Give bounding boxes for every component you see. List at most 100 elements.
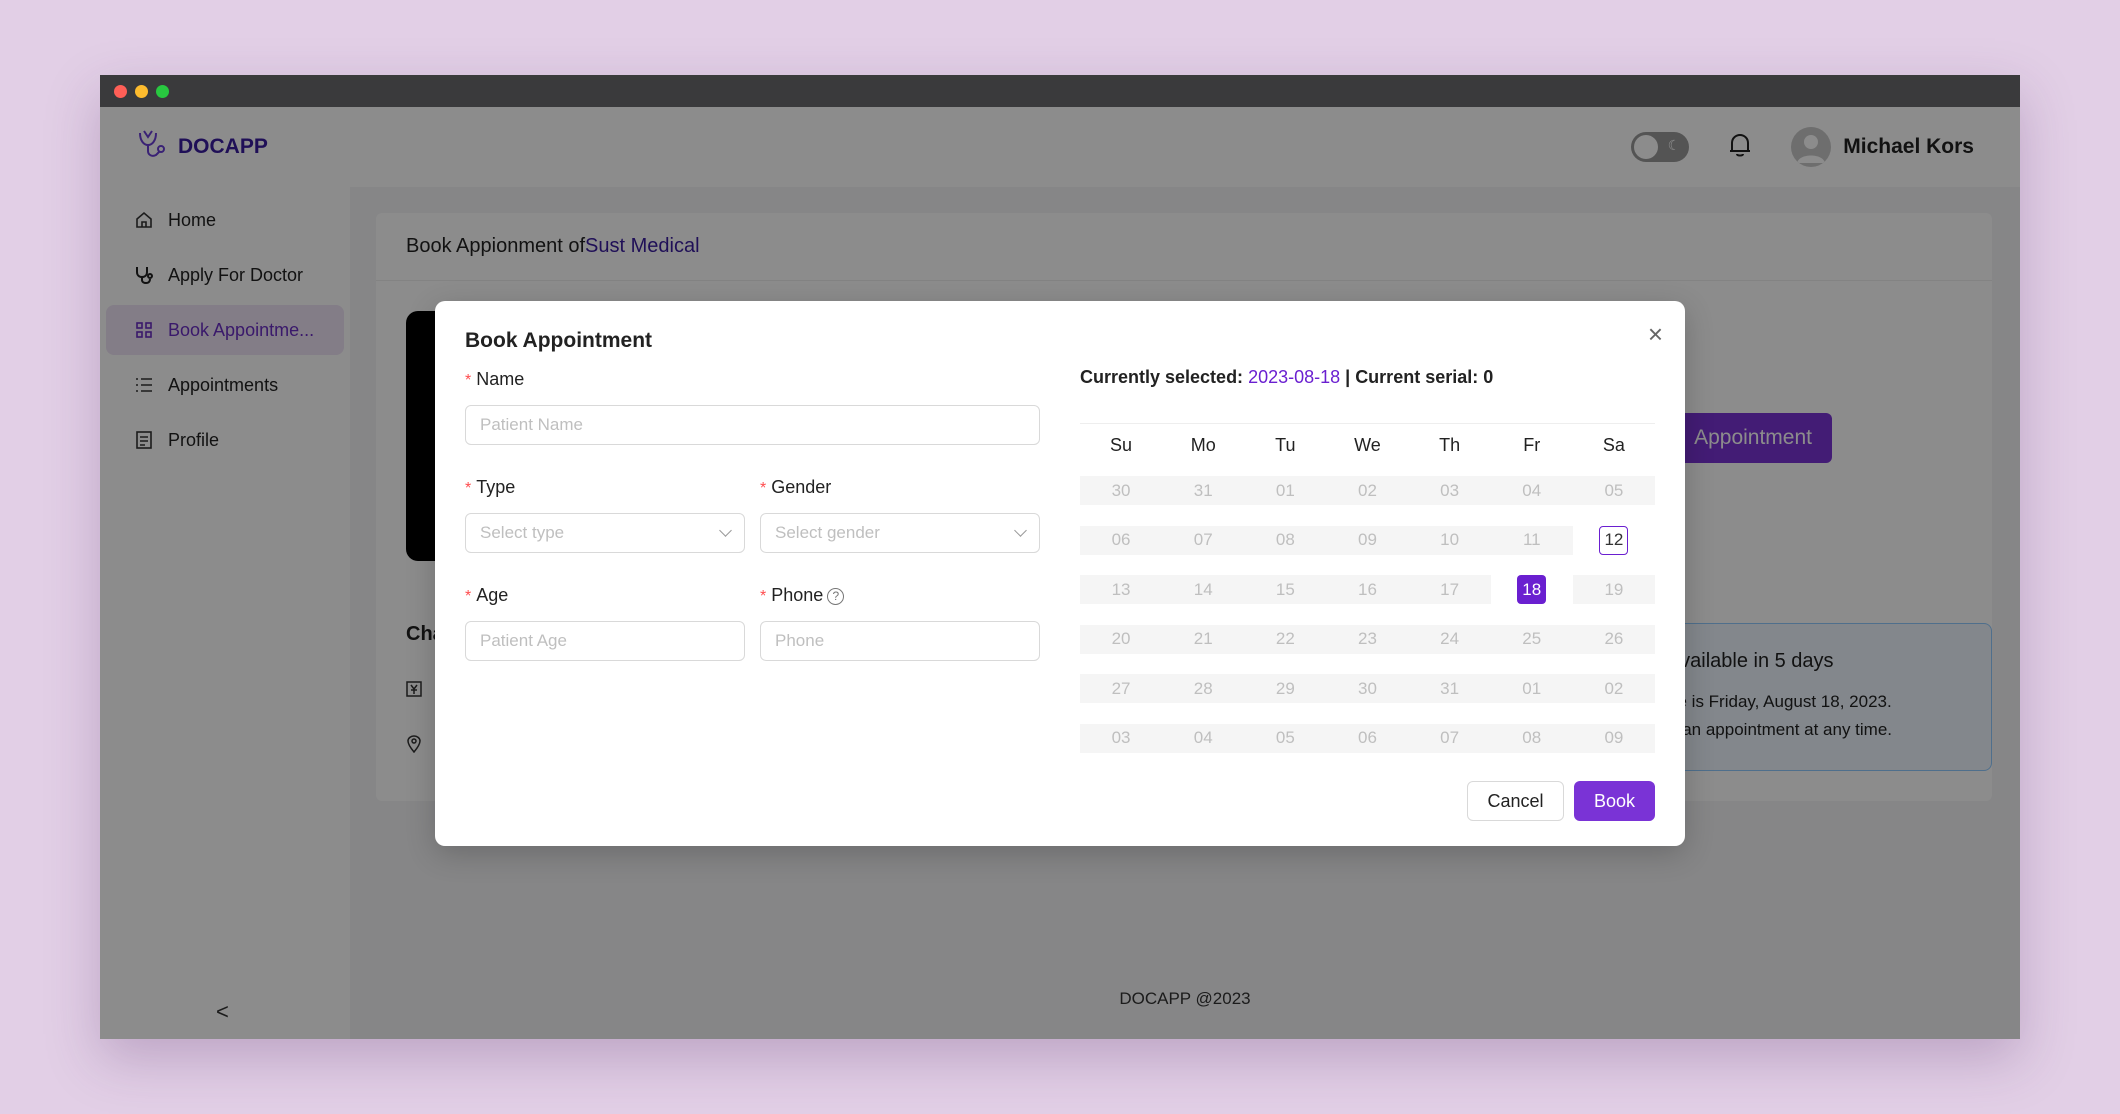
age-input[interactable] [465,621,745,661]
calendar-day[interactable]: 31 [1408,674,1491,704]
book-button[interactable]: Book [1574,781,1655,821]
calendar-day[interactable]: 02 [1572,674,1655,704]
calendar-day[interactable]: 20 [1080,624,1163,654]
calendar-day[interactable]: 23 [1326,624,1409,654]
calendar-day[interactable]: 28 [1162,674,1245,704]
calendar-day[interactable]: 06 [1080,525,1163,555]
question-circle-icon[interactable]: ? [827,587,845,605]
calendar-day-number: 02 [1358,480,1377,500]
calendar-day-number: 25 [1522,629,1542,649]
book-appointment-modal: Book Appointment × *Name *Type Select ty… [435,301,1685,846]
calendar-day[interactable]: 22 [1244,624,1327,654]
calendar-day[interactable]: 13 [1080,575,1163,605]
calendar-day[interactable]: 31 [1162,476,1245,506]
calendar-day[interactable]: 05 [1244,723,1327,753]
weekday-label: Th [1439,434,1461,455]
selected-date: 2023-08-18 [1248,367,1341,387]
calendar-day[interactable]: 19 [1572,575,1655,605]
calendar-day[interactable]: 06 [1326,723,1409,753]
maximize-window-dot[interactable] [156,84,169,98]
calendar-day[interactable]: 15 [1244,575,1327,605]
calendar-day-number: 16 [1358,579,1377,599]
calendar-day[interactable]: 16 [1326,575,1409,605]
calendar-day-number: 30 [1111,480,1131,500]
calendar-week-row: 20 21 22 23 24 25 26 [1080,615,1655,665]
calendar-day-number: 07 [1193,530,1213,550]
calendar-day-number: 09 [1604,728,1624,748]
calendar-body: 30 31 01 02 03 04 05 06 07 08 09 10 11 12 13 14 15 16 17 18… [1080,466,1655,763]
calendar-day[interactable]: 03 [1080,723,1163,753]
calendar-day[interactable]: 26 [1572,624,1655,654]
calendar-day[interactable]: 27 [1080,674,1163,704]
calendar-day-number: 09 [1358,530,1377,550]
calendar-day-number: 10 [1440,530,1460,550]
calendar-day[interactable]: 07 [1408,723,1491,753]
calendar-day-number: 26 [1604,629,1624,649]
calendar-day[interactable]: 02 [1326,476,1409,506]
weekday-label: Mo [1190,434,1216,455]
calendar-day[interactable]: 24 [1408,624,1491,654]
calendar-day-number: 15 [1275,579,1295,599]
phone-label: * Phone? [760,585,845,606]
calendar-day[interactable]: 07 [1162,525,1245,555]
calendar-day[interactable]: 29 [1244,674,1327,704]
calendar-day[interactable]: 03 [1408,476,1491,506]
calendar-day[interactable]: 30 [1326,674,1409,704]
calendar-day[interactable]: 30 [1080,476,1163,506]
close-window-dot[interactable] [114,84,127,98]
weekday-label: Su [1110,434,1133,455]
calendar-day-number: 14 [1193,579,1213,599]
calendar-day[interactable]: 04 [1162,723,1245,753]
calendar-day[interactable]: 08 [1244,525,1327,555]
calendar-day-number: 03 [1440,480,1460,500]
window-titlebar [100,75,2020,107]
calendar-day-today[interactable]: 12 [1572,525,1655,555]
calendar-weekdays: Su Mo Tu We Th Fr Sa [1080,424,1655,466]
calendar-day[interactable]: 09 [1326,525,1409,555]
calendar-day-number: 04 [1522,480,1542,500]
cancel-button[interactable]: Cancel [1467,781,1564,821]
weekday-label: Tu [1275,434,1296,455]
calendar-day[interactable]: 21 [1162,624,1245,654]
close-icon[interactable]: × [1648,321,1663,347]
name-input[interactable] [465,405,1040,445]
calendar-day[interactable]: 14 [1162,575,1245,605]
calendar-day-number: 17 [1440,579,1460,599]
calendar-day-number: 08 [1522,728,1542,748]
calendar-day[interactable]: 05 [1572,476,1655,506]
calendar-day[interactable]: 01 [1490,674,1573,704]
chevron-down-icon [1014,524,1027,537]
calendar-day-number: 22 [1275,629,1295,649]
calendar-week-row: 13 14 15 16 17 18 19 [1080,565,1655,615]
gender-select[interactable]: Select gender [760,513,1040,553]
calendar-day-number: 31 [1440,678,1460,698]
calendar-day-number: 02 [1604,678,1624,698]
calendar-day-number: 31 [1193,480,1213,500]
calendar-day[interactable]: 08 [1490,723,1573,753]
calendar-day-number: 07 [1440,728,1460,748]
calendar-day[interactable]: 25 [1490,624,1573,654]
calendar-day-number: 13 [1111,579,1131,599]
calendar-day[interactable]: 17 [1408,575,1491,605]
type-select[interactable]: Select type [465,513,745,553]
calendar-day-number: 12 [1599,525,1629,555]
calendar-day[interactable]: 09 [1572,723,1655,753]
calendar-day-number: 29 [1275,678,1295,698]
calendar-day[interactable]: 04 [1490,476,1573,506]
date-calendar: Su Mo Tu We Th Fr Sa 30 31 01 02 03 04 05 06 07 0… [1080,423,1655,763]
weekday-label: We [1354,434,1381,455]
current-serial: Current serial: 0 [1355,367,1494,387]
calendar-day[interactable]: 01 [1244,476,1327,506]
weekday-label: Sa [1602,434,1625,455]
calendar-day-number: 04 [1193,728,1213,748]
chevron-down-icon [719,524,732,537]
calendar-day-number: 11 [1522,530,1541,550]
phone-input[interactable] [760,621,1040,661]
calendar-day-number: 06 [1358,728,1377,748]
calendar-week-row: 03 04 05 06 07 08 09 [1080,714,1655,764]
calendar-day[interactable]: 11 [1490,525,1573,555]
minimize-window-dot[interactable] [135,84,148,98]
calendar-day[interactable]: 10 [1408,525,1491,555]
calendar-day-number: 08 [1275,530,1295,550]
calendar-day-selected[interactable]: 18 [1490,575,1573,605]
